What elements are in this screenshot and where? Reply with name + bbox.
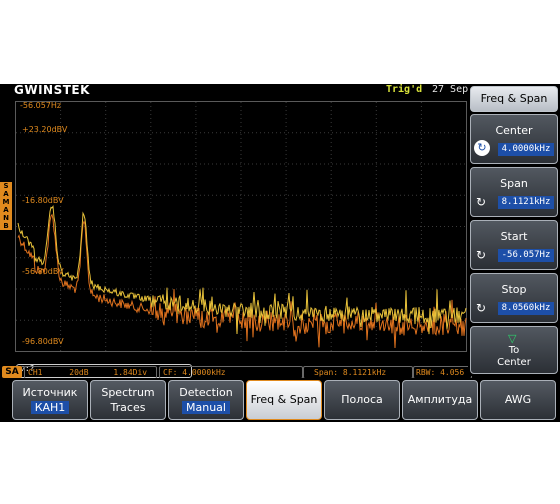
stop-value: 8.0560kHz	[498, 302, 554, 315]
menu-title: Freq & Span	[470, 86, 558, 112]
to-center-button[interactable]: ▽ To Center	[470, 326, 558, 374]
y-label-3: -56.80dBV	[22, 267, 64, 276]
span-label: Span	[500, 177, 528, 190]
y-label-top: +23.20dBV	[22, 125, 68, 134]
side-letter-a: A	[0, 190, 12, 198]
center-value: 4.0000kHz	[498, 143, 554, 156]
oscilloscope-screen: GWINSTEK Trig'd 27 Sep -56.057Hz +23.20d…	[0, 84, 560, 422]
side-letter-b: B	[0, 222, 12, 230]
softkey-source[interactable]: Источник КАН1	[12, 380, 88, 420]
brand-logo: GWINSTEK	[14, 84, 90, 97]
knob-icon: ↻	[474, 140, 490, 156]
status-bar: SA CH1 20dB 1.84Div CF: 4.0000kHz Span: …	[0, 366, 472, 379]
date-display: 27 Sep	[432, 84, 469, 95]
side-letter-a2: A	[0, 206, 12, 214]
top-bar: GWINSTEK Trig'd 27 Sep	[0, 84, 470, 98]
start-button[interactable]: Start ↻ -56.057Hz	[470, 220, 558, 270]
freq-span-menu: Freq & Span Center ↻ 4.0000kHz Span ↻ 8.…	[468, 84, 560, 376]
start-value: -56.057Hz	[498, 249, 554, 262]
to-center-label: To Center	[497, 345, 531, 368]
spectrum-plot[interactable]: -56.057Hz +23.20dBV -16.80dBV -56.80dBV …	[0, 98, 470, 378]
side-letter-s: S	[0, 182, 12, 190]
start-frequency-label: -56.057Hz	[20, 101, 61, 110]
spectrum-trace-max-hold	[17, 213, 467, 349]
stop-label: Stop	[501, 283, 527, 296]
softkey-bandwidth[interactable]: Полоса	[324, 380, 400, 420]
knob-icon: ↻	[476, 301, 487, 315]
span-value: 8.1121kHz	[498, 196, 554, 209]
softkey-detection[interactable]: Detection Manual	[168, 380, 244, 420]
channel-name: CH1	[28, 368, 43, 377]
side-letter-m: M	[0, 198, 12, 206]
sa-tag: SA	[2, 366, 22, 378]
center-label: Center	[495, 124, 533, 137]
center-button[interactable]: Center ↻ 4.0000kHz	[470, 114, 558, 164]
knob-icon: ↻	[476, 195, 487, 209]
start-label: Start	[500, 230, 528, 243]
y-label-bottom: -96.80dBV	[22, 337, 64, 346]
knob-icon: ↻	[476, 248, 487, 262]
softkey-amplitude[interactable]: Амплитуда	[402, 380, 478, 420]
source-value: КАН1	[30, 401, 70, 414]
stop-button[interactable]: Stop ↻ 8.0560kHz	[470, 273, 558, 323]
softkey-spectrum-traces[interactable]: Spectrum Traces	[90, 380, 166, 420]
softkey-freq-span[interactable]: Freq & Span	[246, 380, 322, 420]
vertical-scale: 20dB	[69, 368, 89, 377]
detection-value: Manual	[182, 401, 230, 414]
span-button[interactable]: Span ↻ 8.1121kHz	[470, 167, 558, 217]
down-triangle-icon: ▽	[508, 332, 517, 345]
side-letter-n: N	[0, 214, 12, 222]
trigger-status: Trig'd	[386, 84, 423, 95]
bottom-softkeys: Источник КАН1 Spectrum Traces Detection …	[0, 378, 560, 422]
div-value: 1.84Div	[113, 368, 148, 377]
softkey-awg[interactable]: AWG	[480, 380, 556, 420]
y-label-2: -16.80dBV	[22, 196, 64, 205]
